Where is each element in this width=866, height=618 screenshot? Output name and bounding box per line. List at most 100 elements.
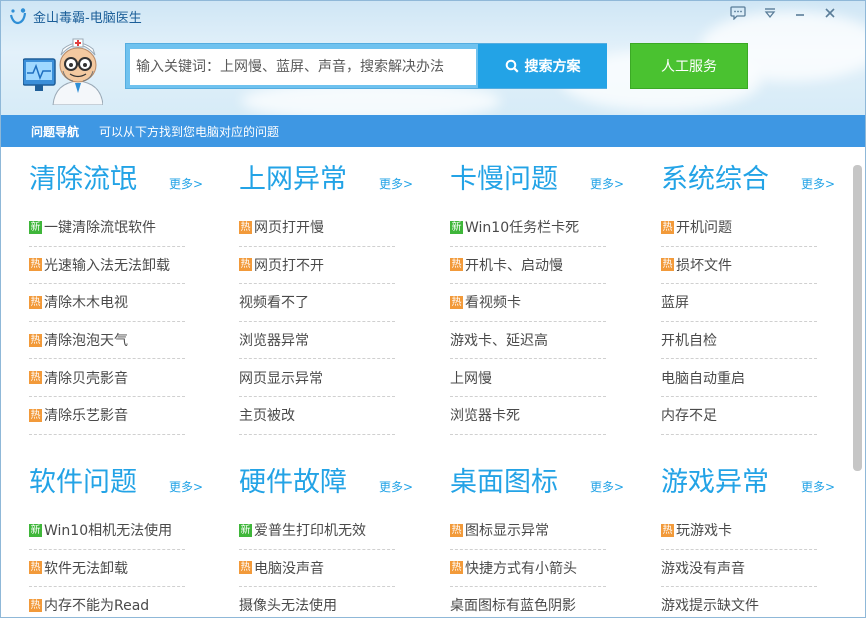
- problem-link[interactable]: 游戏提示缺文件: [661, 587, 817, 617]
- problem-link[interactable]: 热开机问题: [661, 209, 817, 247]
- problem-link[interactable]: 网页显示异常: [239, 359, 395, 397]
- problem-link[interactable]: 热清除乐艺影音: [29, 397, 185, 435]
- problem-link[interactable]: 游戏没有声音: [661, 550, 817, 588]
- problem-link[interactable]: 新 Win10任务栏卡死: [450, 209, 606, 247]
- problem-link[interactable]: 热清除木木电视: [29, 284, 185, 322]
- category-title: 卡慢问题: [450, 164, 558, 195]
- problem-link[interactable]: 内存不足: [661, 397, 817, 435]
- category-title: 系统综合: [661, 164, 769, 195]
- search-box: 搜索方案: [125, 43, 607, 89]
- problem-link[interactable]: 热清除贝壳影音: [29, 359, 185, 397]
- problem-link[interactable]: 主页被改: [239, 397, 395, 435]
- problem-link[interactable]: 热玩游戏卡: [661, 512, 817, 550]
- new-badge: 新: [29, 523, 42, 537]
- search-icon: [505, 59, 519, 73]
- feedback-button[interactable]: [727, 4, 749, 22]
- hot-badge: 热: [29, 295, 42, 309]
- problem-label: 游戏没有声音: [661, 560, 745, 577]
- problem-link[interactable]: 热电脑没声音: [239, 550, 395, 588]
- problem-categories: 清除流氓 更多> 新一键清除流氓软件热光速输入法无法卸载热清除木木电视热清除泡泡天气…: [1, 147, 849, 617]
- problem-link[interactable]: 电脑自动重启: [661, 359, 817, 397]
- problem-link[interactable]: 热快捷方式有小箭头: [450, 550, 606, 588]
- more-link[interactable]: 更多>: [379, 478, 413, 495]
- category-block: 游戏异常 更多> 热玩游戏卡游戏没有声音游戏提示缺文件: [661, 464, 849, 617]
- minimize-button[interactable]: [789, 4, 811, 22]
- problem-label: 清除乐艺影音: [44, 408, 128, 425]
- more-link[interactable]: 更多>: [590, 175, 624, 192]
- problem-link[interactable]: 桌面图标有蓝色阴影: [450, 587, 606, 617]
- more-link[interactable]: 更多>: [590, 478, 624, 495]
- app-window: 金山毒霸-电脑医生 输入关键词：上网慢、蓝屏、声音，搜索解决办法 搜索方案 人工…: [0, 0, 866, 618]
- problem-label: 桌面图标有蓝色阴影: [450, 598, 576, 615]
- hot-badge: 热: [661, 258, 674, 272]
- human-service-button[interactable]: 人工服务: [630, 43, 748, 89]
- scrollbar-thumb[interactable]: [853, 165, 862, 471]
- more-link[interactable]: 更多>: [801, 175, 835, 192]
- chat-bubble-icon: [730, 6, 746, 20]
- problem-link[interactable]: 上网慢: [450, 359, 606, 397]
- problem-label: 摄像头无法使用: [239, 598, 337, 615]
- more-link[interactable]: 更多>: [379, 175, 413, 192]
- hot-badge: 热: [450, 523, 463, 537]
- nav-description: 可以从下方找到您电脑对应的问题: [99, 124, 280, 139]
- problem-link[interactable]: 热网页打开慢: [239, 209, 395, 247]
- problem-link[interactable]: 蓝屏: [661, 284, 817, 322]
- problem-link[interactable]: 热图标显示异常: [450, 512, 606, 550]
- problem-link[interactable]: 开机自检: [661, 322, 817, 360]
- problem-label: 光速输入法无法卸载: [44, 257, 170, 274]
- problem-link[interactable]: 热开机卡、启动慢: [450, 247, 606, 285]
- problem-label: 浏览器异常: [239, 333, 309, 350]
- problem-link[interactable]: 热软件无法卸载: [29, 550, 185, 588]
- search-input[interactable]: [130, 49, 476, 85]
- more-link[interactable]: 更多>: [169, 175, 203, 192]
- category-block: 软件问题 更多> 新 Win10相机无法使用热软件无法卸载热内存不能为Read: [29, 464, 229, 617]
- category-header: 卡慢问题 更多>: [450, 161, 650, 209]
- dropdown-menu-icon: [764, 8, 776, 19]
- category-title: 清除流氓: [29, 164, 137, 195]
- problem-label: 快捷方式有小箭头: [465, 560, 577, 577]
- search-button[interactable]: 搜索方案: [478, 44, 607, 88]
- problem-label: 网页打不开: [254, 257, 324, 274]
- problem-link[interactable]: 新一键清除流氓软件: [29, 209, 185, 247]
- problem-link[interactable]: 热清除泡泡天气: [29, 322, 185, 360]
- problem-link[interactable]: 浏览器卡死: [450, 397, 606, 435]
- problem-link[interactable]: 视频看不了: [239, 284, 395, 322]
- hot-badge: 热: [450, 561, 463, 575]
- more-link[interactable]: 更多>: [169, 478, 203, 495]
- category-title: 游戏异常: [661, 467, 769, 498]
- header: 金山毒霸-电脑医生 输入关键词：上网慢、蓝屏、声音，搜索解决办法 搜索方案 人工…: [1, 1, 865, 115]
- category-header: 上网异常 更多>: [239, 161, 439, 209]
- hot-badge: 热: [29, 598, 42, 612]
- hot-badge: 热: [239, 561, 252, 575]
- doctor-mascot-icon: [23, 38, 103, 105]
- problem-link[interactable]: 热看视频卡: [450, 284, 606, 322]
- hot-badge: 热: [29, 561, 42, 575]
- category-header: 清除流氓 更多>: [29, 161, 229, 209]
- problem-label: 电脑没声音: [254, 560, 324, 577]
- more-link[interactable]: 更多>: [801, 478, 835, 495]
- new-badge: 新: [239, 523, 252, 537]
- problem-label: 损坏文件: [676, 257, 732, 274]
- problem-link[interactable]: 热损坏文件: [661, 247, 817, 285]
- menu-button[interactable]: [759, 4, 781, 22]
- problem-label: 上网慢: [450, 370, 492, 387]
- close-button[interactable]: [819, 4, 841, 22]
- problem-label: Win10任务栏卡死: [465, 220, 580, 237]
- problem-link[interactable]: 游戏卡、延迟高: [450, 322, 606, 360]
- problem-link[interactable]: 新爱普生打印机无效: [239, 512, 395, 550]
- minimize-icon: [796, 14, 804, 16]
- problem-link[interactable]: 浏览器异常: [239, 322, 395, 360]
- problem-link[interactable]: 热网页打不开: [239, 247, 395, 285]
- vertical-scrollbar[interactable]: [849, 147, 865, 617]
- hot-badge: 热: [29, 408, 42, 422]
- problem-link[interactable]: 热内存不能为Read: [29, 587, 185, 617]
- problem-label: 清除贝壳影音: [44, 370, 128, 387]
- app-logo-icon: [9, 8, 27, 25]
- problem-link[interactable]: 热光速输入法无法卸载: [29, 247, 185, 285]
- problem-link[interactable]: 摄像头无法使用: [239, 587, 395, 617]
- problem-label: 网页显示异常: [239, 370, 323, 387]
- new-badge: 新: [29, 220, 42, 234]
- problem-label: 主页被改: [239, 408, 295, 425]
- problem-link[interactable]: 新 Win10相机无法使用: [29, 512, 185, 550]
- hot-badge: 热: [29, 258, 42, 272]
